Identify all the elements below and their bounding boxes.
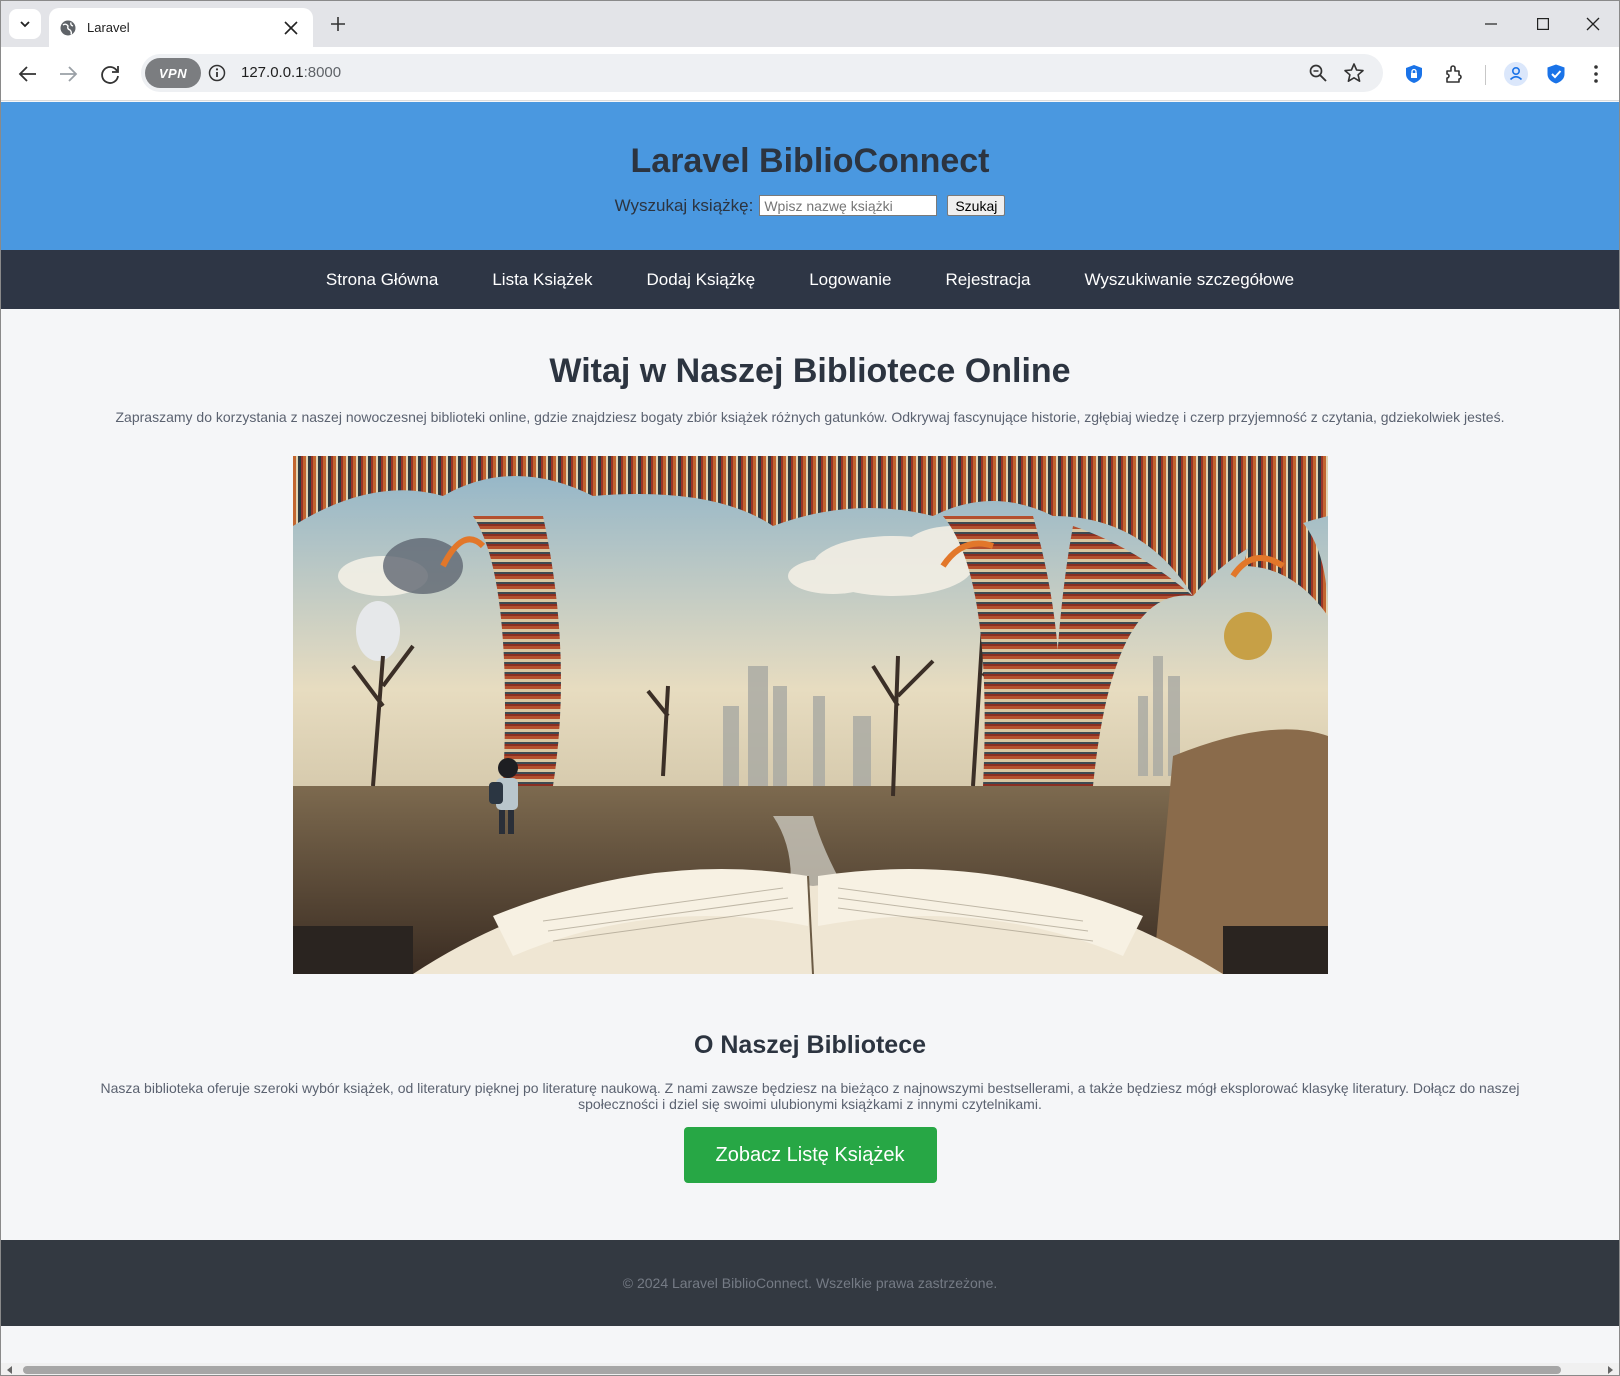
about-text: Nasza biblioteka oferuje szeroki wybór k… bbox=[100, 1080, 1520, 1112]
welcome-text: Zapraszamy do korzystania z naszej nowoc… bbox=[115, 409, 1505, 425]
scrollbar-thumb[interactable] bbox=[23, 1366, 1561, 1374]
tab-search-icon bbox=[20, 21, 30, 28]
browser-window: Laravel VPN 127.0.0.1:8000 Laravel Bibli… bbox=[0, 0, 1620, 1376]
view-books-button[interactable]: Zobacz Listę Książek bbox=[683, 1127, 937, 1183]
profile-icon bbox=[1504, 62, 1528, 86]
forward-button[interactable] bbox=[53, 59, 83, 89]
scroll-left-icon bbox=[7, 1366, 12, 1374]
main-nav: Strona Główna Lista Książek Dodaj Książk… bbox=[1, 250, 1619, 309]
maximize-icon bbox=[1537, 18, 1549, 30]
search-input[interactable] bbox=[759, 195, 938, 216]
extensions-button[interactable] bbox=[1439, 59, 1469, 89]
zoom-icon bbox=[1309, 64, 1327, 82]
nav-home[interactable]: Strona Główna bbox=[326, 270, 438, 290]
forward-arrow-icon bbox=[60, 66, 78, 82]
nav-login[interactable]: Logowanie bbox=[809, 270, 891, 290]
bitwarden-shield-icon bbox=[1547, 64, 1565, 84]
site-header: Laravel BiblioConnect Wyszukaj książkę: … bbox=[1, 102, 1619, 250]
extensions-icon bbox=[1446, 65, 1462, 83]
nav-register[interactable]: Rejestracja bbox=[945, 270, 1030, 290]
back-button[interactable] bbox=[13, 59, 43, 89]
back-arrow-icon bbox=[18, 66, 36, 82]
shield-lock-icon bbox=[1406, 65, 1422, 83]
search-label: Wyszukaj książkę: bbox=[614, 195, 754, 215]
vpn-badge[interactable]: VPN bbox=[145, 58, 201, 88]
bookmark-button[interactable] bbox=[1342, 61, 1366, 85]
nav-advanced-search[interactable]: Wyszukiwanie szczegółowe bbox=[1084, 270, 1294, 290]
site-info-button[interactable] bbox=[207, 63, 227, 83]
bitwarden-button[interactable] bbox=[1541, 59, 1571, 89]
search-form: Wyszukaj książkę: Szukaj bbox=[1, 195, 1619, 216]
minimize-icon bbox=[1485, 23, 1497, 25]
site-info-icon bbox=[208, 64, 226, 82]
window-close-button[interactable] bbox=[1567, 1, 1619, 47]
address-bar[interactable]: VPN 127.0.0.1:8000 bbox=[141, 54, 1383, 92]
minimize-button[interactable] bbox=[1465, 1, 1517, 47]
zoom-button[interactable] bbox=[1306, 61, 1330, 85]
browser-tab[interactable]: Laravel bbox=[49, 8, 313, 47]
profile-button[interactable] bbox=[1501, 59, 1531, 89]
page-viewport: Laravel BiblioConnect Wyszukaj książkę: … bbox=[1, 102, 1619, 1363]
search-button[interactable]: Szukaj bbox=[947, 195, 1006, 216]
close-icon bbox=[284, 20, 298, 35]
scroll-right-icon bbox=[1608, 1366, 1613, 1374]
scroll-left-button[interactable] bbox=[5, 1365, 15, 1375]
url-host: 127.0.0.1 bbox=[241, 64, 304, 81]
nav-add-book[interactable]: Dodaj Książkę bbox=[647, 270, 756, 290]
toolbar-separator bbox=[1485, 65, 1486, 85]
maximize-button[interactable] bbox=[1517, 1, 1569, 47]
main-content: Witaj w Naszej Bibliotece Online Zaprasz… bbox=[1, 352, 1619, 1183]
url-port: :8000 bbox=[303, 64, 342, 81]
tab-search-button[interactable] bbox=[9, 9, 41, 39]
tab-close-button[interactable] bbox=[279, 16, 303, 40]
reload-icon bbox=[101, 66, 119, 84]
hero-image bbox=[292, 456, 1328, 974]
kebab-menu-icon bbox=[1594, 65, 1598, 83]
tab-title: Laravel bbox=[87, 20, 130, 35]
browser-toolbar: VPN 127.0.0.1:8000 bbox=[1, 47, 1619, 101]
plus-icon bbox=[331, 17, 345, 31]
new-tab-button[interactable] bbox=[325, 11, 351, 37]
browser-menu-button[interactable] bbox=[1581, 59, 1611, 89]
privacy-extension-button[interactable] bbox=[1399, 59, 1429, 89]
globe-icon bbox=[59, 19, 77, 37]
site-title: Laravel BiblioConnect bbox=[630, 142, 990, 180]
reload-button[interactable] bbox=[95, 59, 125, 89]
nav-book-list[interactable]: Lista Książek bbox=[492, 270, 592, 290]
footer-text: © 2024 Laravel BiblioConnect. Wszelkie p… bbox=[622, 1275, 998, 1291]
url-text[interactable]: 127.0.0.1:8000 bbox=[241, 64, 341, 81]
site-footer: © 2024 Laravel BiblioConnect. Wszelkie p… bbox=[1, 1240, 1619, 1326]
horizontal-scrollbar[interactable] bbox=[1, 1363, 1619, 1375]
close-icon bbox=[1586, 17, 1600, 31]
welcome-title: Witaj w Naszej Bibliotece Online bbox=[549, 352, 1071, 390]
about-title: O Naszej Bibliotece bbox=[693, 1031, 927, 1059]
tab-strip: Laravel bbox=[1, 1, 1619, 47]
scroll-right-button[interactable] bbox=[1605, 1365, 1615, 1375]
star-icon bbox=[1344, 63, 1364, 82]
